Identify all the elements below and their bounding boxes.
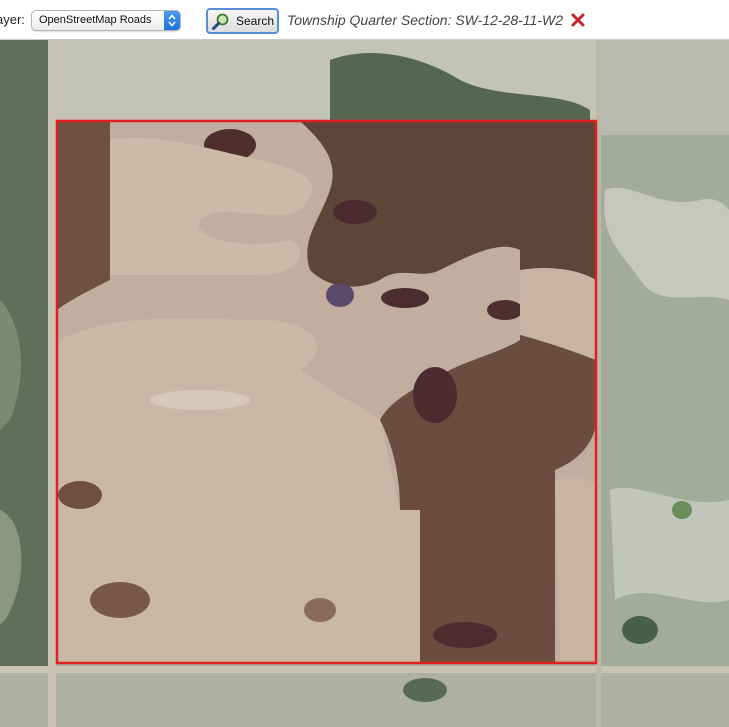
quarter-section-interior bbox=[57, 121, 596, 663]
pond-right bbox=[622, 616, 658, 644]
layer-select[interactable]: OpenStreetMap Roads bbox=[31, 10, 181, 31]
road-vertical bbox=[48, 40, 56, 727]
layer-label: ayer: bbox=[0, 12, 25, 27]
close-icon[interactable] bbox=[571, 13, 585, 32]
pond-bottom bbox=[403, 678, 447, 702]
layer-select-value: OpenStreetMap Roads bbox=[39, 14, 152, 26]
field-bottom bbox=[0, 672, 729, 727]
search-button-label: Search bbox=[236, 14, 275, 28]
result-text: Township Quarter Section: SW-12-28-11-W2 bbox=[287, 12, 563, 28]
field-right-pale-2 bbox=[610, 487, 729, 603]
select-arrows-icon bbox=[164, 11, 180, 30]
magnifier-icon bbox=[212, 13, 230, 35]
road-horizontal bbox=[0, 666, 729, 673]
pond-right-2 bbox=[672, 501, 692, 519]
search-button[interactable]: Search bbox=[206, 8, 279, 34]
toolbar: ayer: OpenStreetMap Roads Search Townshi… bbox=[0, 0, 729, 40]
map-canvas bbox=[0, 40, 729, 727]
satellite-map[interactable] bbox=[0, 40, 729, 727]
field-top-right bbox=[600, 40, 729, 135]
